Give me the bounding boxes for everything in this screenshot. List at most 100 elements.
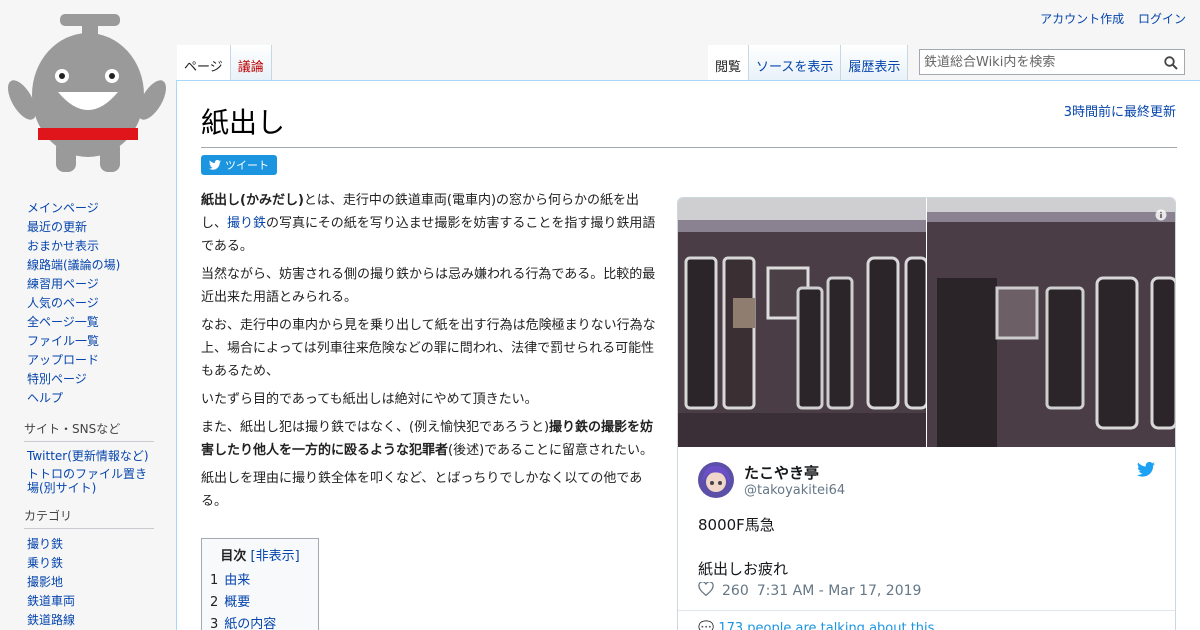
sidebar-item[interactable]: トトロのファイル置き場(別サイト) [27, 467, 152, 495]
tab-history[interactable]: 履歴表示 [841, 45, 909, 80]
toc-link[interactable]: 紙の内容 [224, 617, 276, 630]
sidebar-link-sandbox[interactable]: 練習用ページ [27, 277, 99, 291]
tweet-photos [678, 198, 1175, 447]
paragraph-text: (後述)であることに留意されたい。 [448, 443, 654, 458]
last-modified-link[interactable]: 3時間前に最終更新 [1064, 101, 1176, 120]
sidebar-item[interactable]: 鉄道路線 [27, 611, 176, 630]
sidebar-link-main-page[interactable]: メインページ [27, 201, 99, 215]
sidebar-item[interactable]: ファイル一覧 [27, 332, 176, 351]
paragraph: 紙出し(かみだし)とは、走行中の鉄道車両(電車内)の窓から何らかの紙を出し、撮り… [201, 189, 665, 258]
sidebar-link-category[interactable]: 鉄道路線 [27, 613, 75, 627]
toc-item[interactable]: 3 紙の内容 [210, 614, 310, 630]
tab-talk[interactable]: 議論 [230, 45, 272, 80]
create-account-link[interactable]: アカウント作成 [1040, 12, 1124, 26]
tweet-conversation-link[interactable]: 💬 173 people are talking about this [678, 610, 1175, 630]
paragraph: なお、走行中の車内から見を乗り出して紙を出す行為は危険極まりない行為な上、場合に… [201, 318, 656, 379]
sidebar-item[interactable]: 乗り鉄 [27, 554, 176, 573]
sidebar-item[interactable]: 線路端(議論の場) [27, 256, 176, 275]
tweet-text-line: 紙出しお疲れ [698, 560, 789, 578]
sidebar-link-recent-changes[interactable]: 最近の更新 [27, 220, 87, 234]
tweet-text: 8000F馬急 紙出しお疲れ [698, 514, 788, 580]
info-icon[interactable] [1155, 206, 1167, 225]
sidebar-link-category[interactable]: 撮影地 [27, 575, 63, 589]
site-logo[interactable] [0, 0, 176, 185]
toc-item[interactable]: 1 由来 [210, 570, 310, 592]
namespace-tabs: ページ 議論 [177, 45, 272, 80]
sidebar-link-all-pages[interactable]: 全ページ一覧 [27, 315, 99, 329]
sidebar-navigation: メインページ 最近の更新 おまかせ表示 線路端(議論の場) 練習用ページ 人気の… [0, 199, 176, 408]
sidebar-link-category[interactable]: 鉄道車両 [27, 594, 75, 608]
sidebar-link-twitter[interactable]: Twitter(更新情報など) [27, 449, 149, 463]
paragraph: 当然ながら、妨害される側の撮り鉄からは忌み嫌われる行為である。比較的最近出来た用… [201, 267, 656, 305]
sidebar-item[interactable]: 練習用ページ [27, 275, 176, 294]
tab-history-label[interactable]: 履歴表示 [848, 60, 900, 75]
tab-view-source-label[interactable]: ソースを表示 [756, 60, 833, 75]
sidebar-item[interactable]: アップロード [27, 351, 176, 370]
search-input[interactable] [920, 50, 1160, 74]
sidebar-heading-sites: サイト・SNSなど [24, 420, 154, 442]
paragraph: また、紙出し犯は撮り鉄ではなく、(例え愉快犯であろうと)撮り鉄の撮影を妨害したり… [201, 416, 665, 462]
sidebar-link-upload[interactable]: アップロード [27, 353, 99, 367]
tab-talk-label[interactable]: 議論 [238, 60, 264, 75]
sidebar-link-help[interactable]: ヘルプ [27, 391, 63, 405]
sidebar-item[interactable]: ヘルプ [27, 389, 176, 408]
tab-page[interactable]: ページ [177, 45, 231, 80]
twitter-bird-icon[interactable] [1137, 461, 1155, 481]
toc-number: 1 [210, 573, 219, 588]
tab-read-label: 閲覧 [715, 60, 742, 75]
tweet-author[interactable]: たこやき亭 @takoyakitei64 [698, 462, 845, 498]
personal-tools: アカウント作成 ログイン [1030, 10, 1186, 27]
sidebar-link-random[interactable]: おまかせ表示 [27, 239, 99, 253]
sidebar-item[interactable]: 全ページ一覧 [27, 313, 176, 332]
tweet-author-handle[interactable]: @takoyakitei64 [744, 483, 845, 498]
tweet-author-name[interactable]: たこやき亭 [744, 462, 845, 483]
sidebar-link-category[interactable]: 乗り鉄 [27, 556, 63, 570]
sidebar-item[interactable]: 鉄道車両 [27, 592, 176, 611]
sidebar-item[interactable]: おまかせ表示 [27, 237, 176, 256]
sidebar-link-popular[interactable]: 人気のページ [27, 296, 99, 310]
table-of-contents: 目次 [非表示] 1 由来 2 概要 3 紙の内容 [201, 538, 319, 630]
embedded-tweet[interactable]: たこやき亭 @takoyakitei64 8000F馬急 紙出しお疲れ 260 … [677, 197, 1176, 630]
sidebar-item[interactable]: メインページ [27, 199, 176, 218]
sidebar-categories: カテゴリ 撮り鉄 乗り鉄 撮影地 鉄道車両 鉄道路線 [0, 507, 176, 630]
heart-icon[interactable] [698, 581, 714, 600]
toc-heading: 目次 [220, 549, 247, 564]
sidebar-link-category[interactable]: 撮り鉄 [27, 537, 63, 551]
tweet-button[interactable]: ツイート [201, 155, 277, 175]
tweet-text-line: 8000F馬急 [698, 516, 775, 534]
sidebar-item[interactable]: 撮り鉄 [27, 535, 176, 554]
toc-number: 2 [210, 595, 219, 610]
toc-link[interactable]: 由来 [224, 573, 250, 588]
tweet-photo-1[interactable] [678, 198, 926, 447]
tab-page-label: ページ [184, 60, 223, 75]
login-link[interactable]: ログイン [1138, 12, 1186, 26]
tweet-timestamp[interactable]: 7:31 AM - Mar 17, 2019 [757, 583, 922, 599]
like-count: 260 [722, 583, 749, 599]
sidebar-sites: サイト・SNSなど Twitter(更新情報など) トトロのファイル置き場(別サ… [0, 420, 176, 495]
toc-link[interactable]: 概要 [224, 595, 250, 610]
search-icon[interactable] [1164, 55, 1178, 74]
sidebar-link-file-list[interactable]: ファイル一覧 [27, 334, 99, 348]
sidebar-link-discussion[interactable]: 線路端(議論の場) [27, 258, 120, 272]
paragraph: いたずら目的であっても紙出しは絶対にやめて頂きたい。 [201, 392, 538, 407]
tweet-author-names: たこやき亭 @takoyakitei64 [744, 462, 845, 498]
comment-icon: 💬 [698, 621, 715, 630]
view-tabs: 閲覧 ソースを表示 履歴表示 [708, 45, 909, 80]
toc-toggle[interactable]: [非表示] [251, 549, 300, 564]
sidebar-item[interactable]: Twitter(更新情報など) [27, 448, 176, 464]
tab-read[interactable]: 閲覧 [708, 45, 750, 80]
tab-view-source[interactable]: ソースを表示 [749, 45, 842, 80]
link-toritetsu[interactable]: 撮り鉄 [227, 216, 266, 231]
toc-title: 目次 [非表示] [210, 545, 310, 564]
sidebar-item[interactable]: 特別ページ [27, 370, 176, 389]
sidebar-link-special-pages[interactable]: 特別ページ [27, 372, 87, 386]
toc-number: 3 [210, 617, 219, 630]
sidebar-link-file-storage[interactable]: トトロのファイル置き場(別サイト) [27, 467, 147, 495]
sidebar-item[interactable]: 人気のページ [27, 294, 176, 313]
tweet-photo-2[interactable] [927, 198, 1175, 447]
toc-item[interactable]: 2 概要 [210, 592, 310, 614]
paragraph-text: の写真にその紙を写り込ませ撮影を妨害することを指す撮り鉄用語である。 [201, 216, 656, 254]
sidebar-item[interactable]: 撮影地 [27, 573, 176, 592]
avatar[interactable] [698, 462, 734, 498]
sidebar-item[interactable]: 最近の更新 [27, 218, 176, 237]
